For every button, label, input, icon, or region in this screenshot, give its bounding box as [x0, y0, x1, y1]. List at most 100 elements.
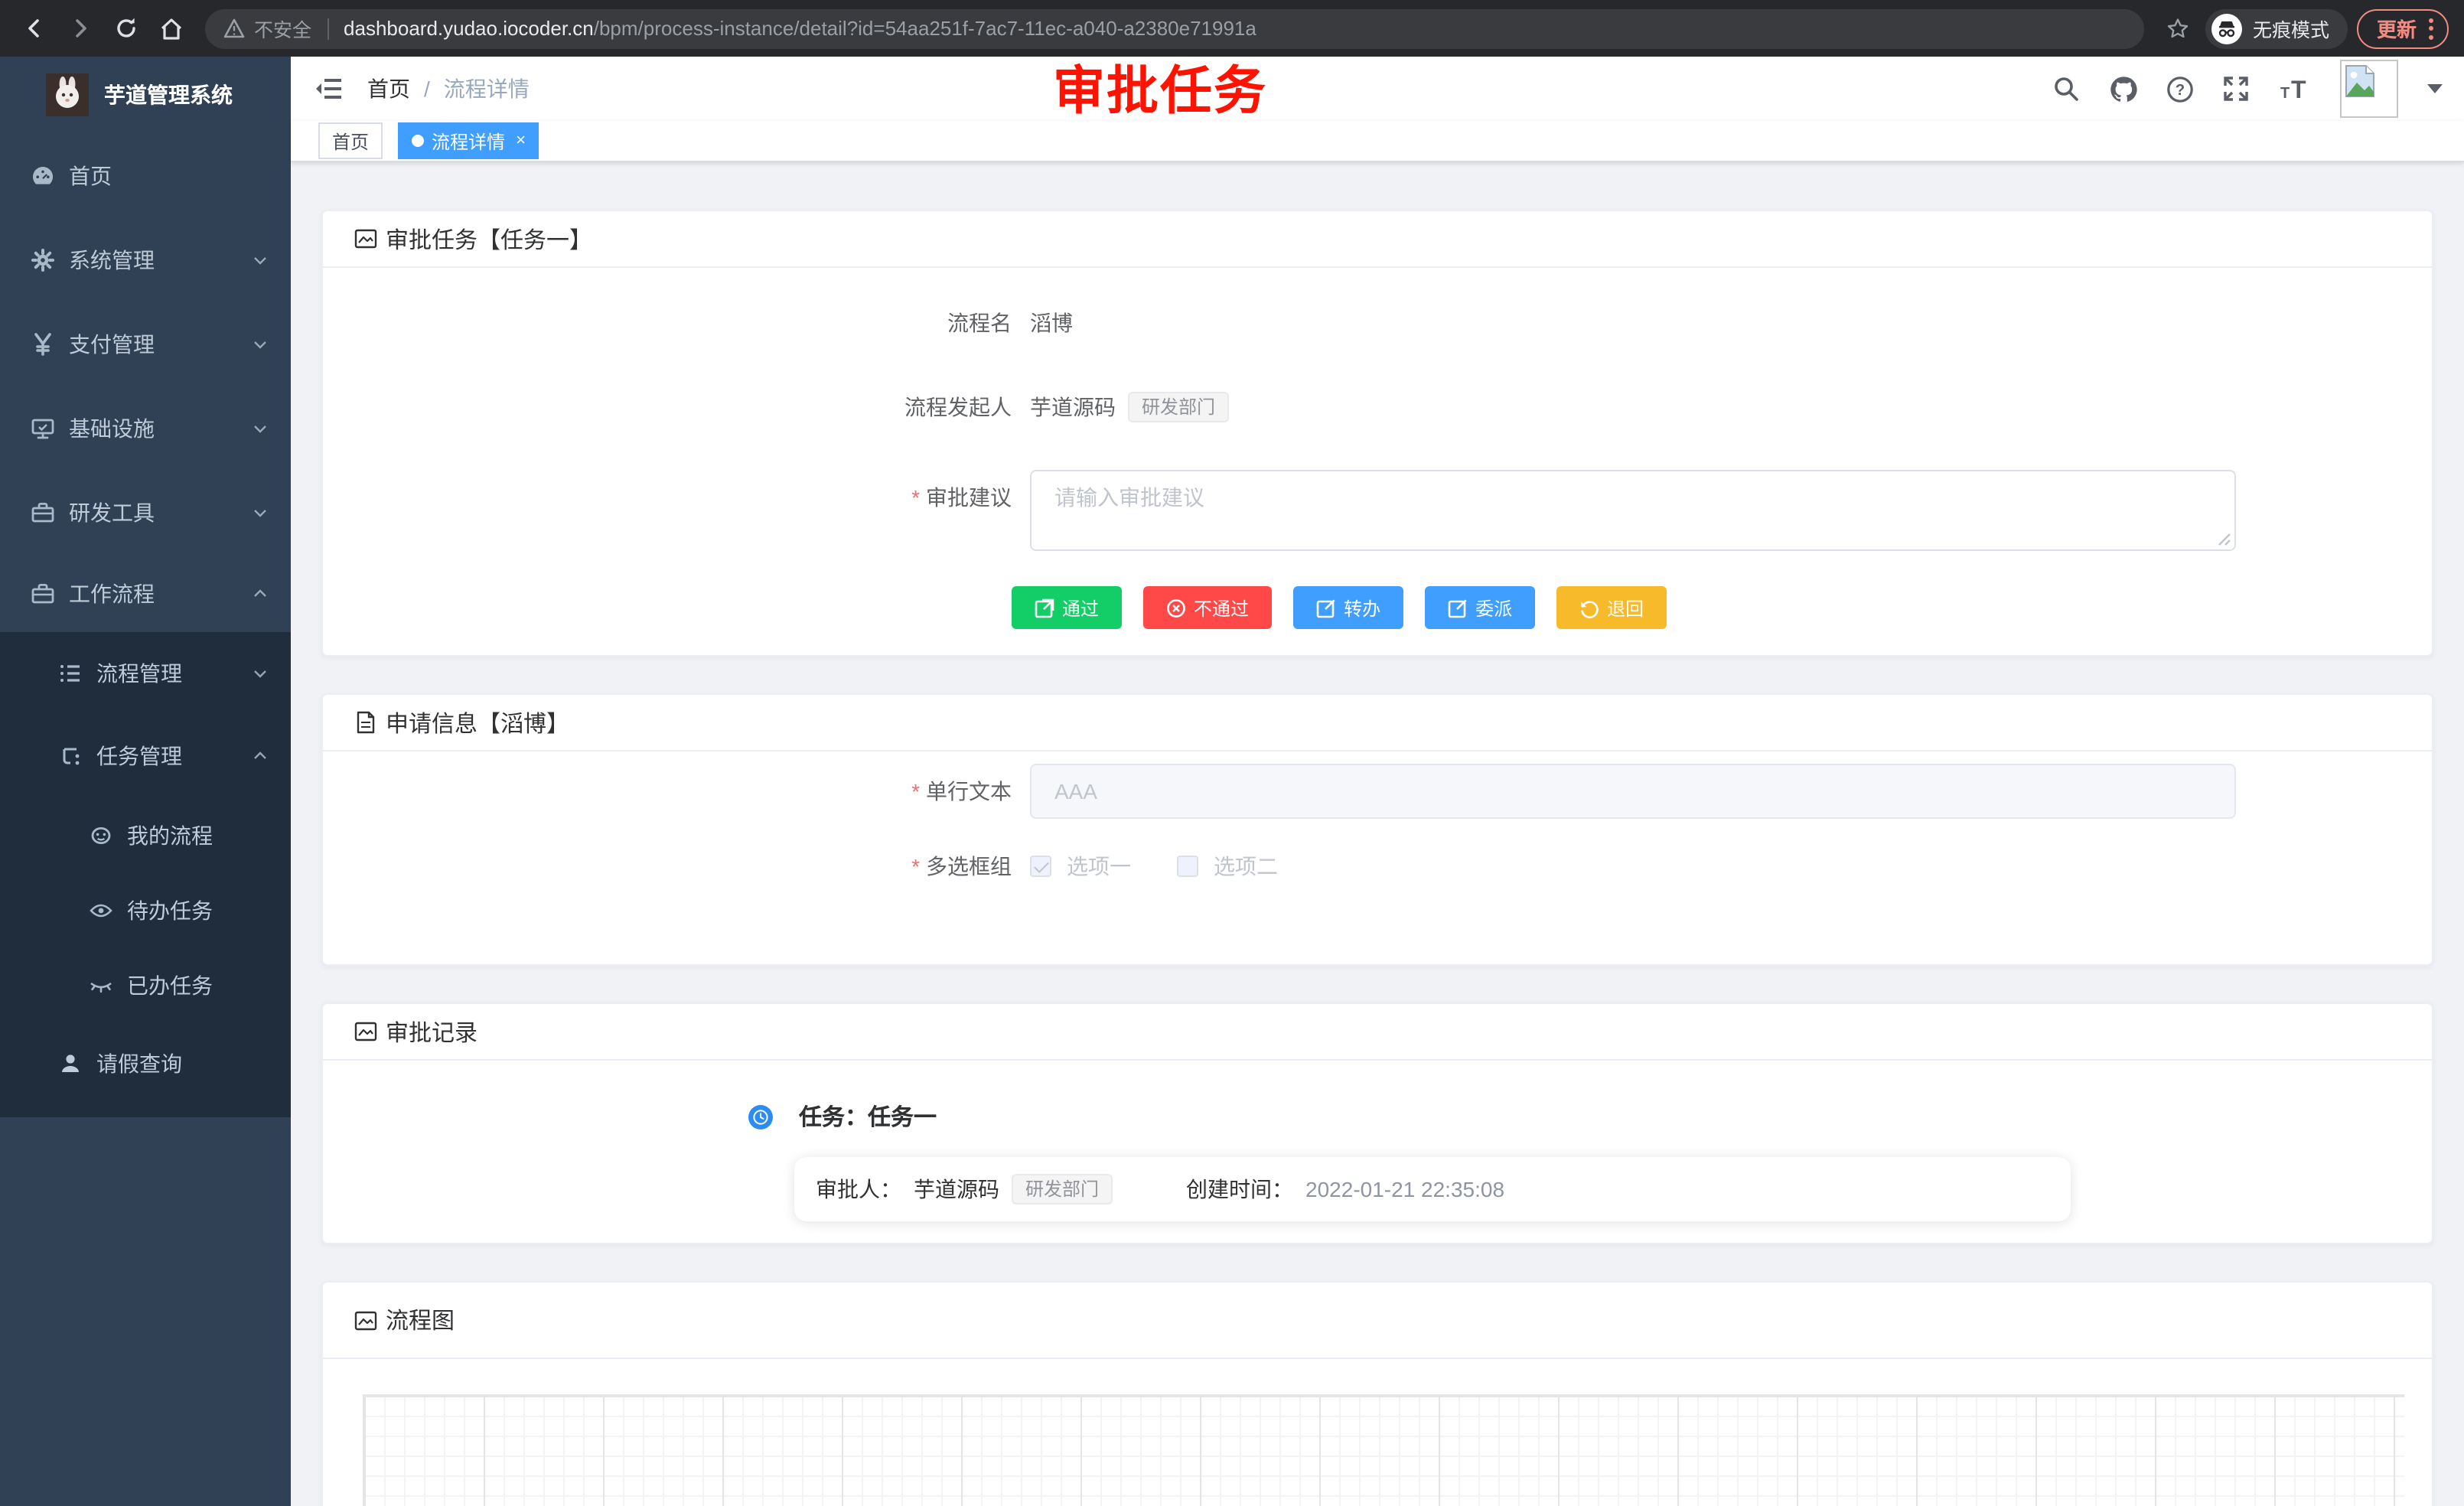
github-icon[interactable] — [2107, 73, 2138, 104]
svg-text:?: ? — [2175, 81, 2184, 98]
font-size-icon[interactable]: TT — [2277, 73, 2308, 104]
sidebar-item-home[interactable]: 首页 — [0, 133, 291, 217]
reject-button[interactable]: 不通过 — [1143, 586, 1272, 629]
app-header: 首页 / 流程详情 审批任务 ? — [291, 57, 2464, 122]
red-annotation: 审批任务 — [1053, 57, 1267, 127]
apply-info-card: 申请信息【滔博】 *单行文本 AAA *多选框组 选项一 — [321, 693, 2433, 966]
assignee-label: 审批人： — [816, 1174, 901, 1204]
incognito-badge: 无痕模式 — [2205, 8, 2348, 48]
return-button[interactable]: 退回 — [1556, 586, 1667, 629]
breadcrumb-home[interactable]: 首页 — [367, 73, 410, 104]
initiator-value: 芋道源码 — [1030, 392, 1116, 422]
card-title: 审批记录 — [386, 1015, 477, 1048]
eye-icon — [89, 898, 113, 922]
reload-icon[interactable] — [107, 10, 144, 47]
process-name-label: 流程名 — [354, 308, 1012, 338]
logo-row[interactable]: 芋道管理系统 — [0, 57, 291, 133]
hamburger-icon[interactable] — [312, 72, 346, 106]
breadcrumb-current: 流程详情 — [444, 73, 530, 104]
single-text-input: AAA — [1030, 764, 2236, 819]
sidebar-item-label: 流程管理 — [96, 658, 251, 689]
update-button[interactable]: 更新 — [2357, 8, 2449, 48]
sidebar-item-label: 待办任务 — [127, 895, 269, 925]
gear-icon — [31, 247, 55, 272]
tab-active-dot — [412, 135, 424, 147]
picture-icon — [354, 227, 378, 251]
caret-down-icon[interactable] — [2427, 84, 2443, 93]
fullscreen-icon[interactable] — [2221, 73, 2251, 104]
sidebar-item-infrastructure[interactable]: 基础设施 — [0, 386, 291, 470]
eye-closed-icon — [89, 973, 113, 997]
sidebar-item-devtools[interactable]: 研发工具 — [0, 470, 291, 554]
card-title: 申请信息【滔博】 — [386, 706, 569, 738]
security-label[interactable]: 不安全 — [254, 14, 311, 43]
page-content: 审批任务【任务一】 流程名 滔博 流程发起人 芋道源码 研发部门 — [291, 162, 2464, 1506]
process-diagram-card: 流程图 — [321, 1281, 2433, 1506]
monitor-icon — [31, 416, 55, 440]
chevron-up-icon — [251, 584, 269, 602]
incognito-label: 无痕模式 — [2253, 14, 2329, 43]
bookmark-star-icon[interactable] — [2159, 10, 2196, 47]
sidebar-item-leave-query[interactable]: 请假查询 — [0, 1022, 291, 1105]
tags-view-bar: 首页 流程详情 × — [291, 122, 2464, 163]
approve-button[interactable]: 通过 — [1012, 586, 1122, 629]
toolbox-icon — [31, 581, 55, 605]
approve-task-card: 审批任务【任务一】 流程名 滔博 流程发起人 芋道源码 研发部门 — [321, 210, 2433, 657]
suggestion-textarea[interactable] — [1030, 470, 2236, 551]
toolbox-icon — [31, 500, 55, 524]
sidebar-item-done-tasks[interactable]: 已办任务 — [0, 947, 291, 1022]
app-title: 芋道管理系统 — [104, 80, 233, 110]
help-icon[interactable]: ? — [2164, 73, 2195, 104]
checkbox-option-1: 选项一 — [1030, 851, 1131, 882]
forward-icon[interactable] — [61, 10, 98, 47]
bpmn-canvas[interactable] — [363, 1394, 2404, 1506]
sidebar-item-label: 支付管理 — [69, 328, 251, 359]
single-text-label: *单行文本 — [354, 776, 1012, 807]
record-item: 审批人： 芋道源码 研发部门 创建时间： 2022-01-21 22:35:08 — [794, 1157, 2071, 1221]
url-separator — [327, 18, 328, 39]
search-icon[interactable] — [2051, 73, 2081, 104]
sidebar-item-label: 任务管理 — [96, 741, 251, 771]
tab-home[interactable]: 首页 — [318, 122, 383, 159]
sidebar-item-label: 首页 — [69, 160, 269, 191]
sidebar-item-system[interactable]: 系统管理 — [0, 217, 291, 302]
picture-icon — [354, 1019, 378, 1044]
resize-handle-icon[interactable] — [2218, 533, 2231, 546]
checkbox-checked-icon — [1030, 856, 1051, 877]
task-tree-icon — [58, 744, 83, 768]
sidebar-item-todo-tasks[interactable]: 待办任务 — [0, 872, 291, 947]
checkbox-group-label: *多选框组 — [354, 851, 1012, 882]
delegate-button[interactable]: 委派 — [1425, 586, 1535, 629]
home-icon[interactable] — [153, 10, 190, 47]
sidebar-item-workflow[interactable]: 工作流程 — [0, 554, 291, 632]
warning-icon — [223, 18, 245, 38]
chevron-down-icon — [251, 334, 269, 353]
dept-tag: 研发部门 — [1012, 1174, 1113, 1204]
checkbox-unchecked-icon — [1177, 856, 1198, 877]
picture-icon — [354, 1308, 378, 1332]
task-title: 任务：任务一 — [799, 1100, 937, 1133]
initiator-label: 流程发起人 — [354, 392, 1012, 422]
url-bar[interactable]: 不安全 dashboard.yudao.iocoder.cn/bpm/proce… — [205, 8, 2144, 48]
browser-menu-icon[interactable] — [2429, 18, 2433, 39]
chevron-down-icon — [251, 503, 269, 521]
sidebar-item-task-mgmt[interactable]: 任务管理 — [0, 715, 291, 797]
sidebar-item-payment[interactable]: 支付管理 — [0, 302, 291, 386]
sidebar-item-label: 已办任务 — [127, 970, 269, 1000]
sidebar-item-my-process[interactable]: 我的流程 — [0, 797, 291, 872]
card-title: 流程图 — [386, 1304, 455, 1336]
created-label: 创建时间： — [1186, 1174, 1293, 1204]
dashboard-icon — [31, 163, 55, 187]
url-text[interactable]: dashboard.yudao.iocoder.cn/bpm/process-i… — [344, 17, 1256, 40]
transfer-button[interactable]: 转办 — [1293, 586, 1403, 629]
logo-avatar — [46, 73, 89, 116]
sidebar-item-process-mgmt[interactable]: 流程管理 — [0, 632, 291, 715]
sidebar: 芋道管理系统 首页 系统管理 支付管理 — [0, 57, 291, 1506]
chevron-down-icon — [251, 250, 269, 269]
tab-close-icon[interactable]: × — [516, 132, 526, 149]
tab-process-detail[interactable]: 流程详情 × — [398, 122, 539, 159]
card-title: 审批任务【任务一】 — [386, 223, 592, 255]
avatar[interactable] — [2340, 60, 2398, 118]
timeline-clock-icon — [748, 1104, 773, 1129]
back-icon[interactable] — [15, 10, 52, 47]
